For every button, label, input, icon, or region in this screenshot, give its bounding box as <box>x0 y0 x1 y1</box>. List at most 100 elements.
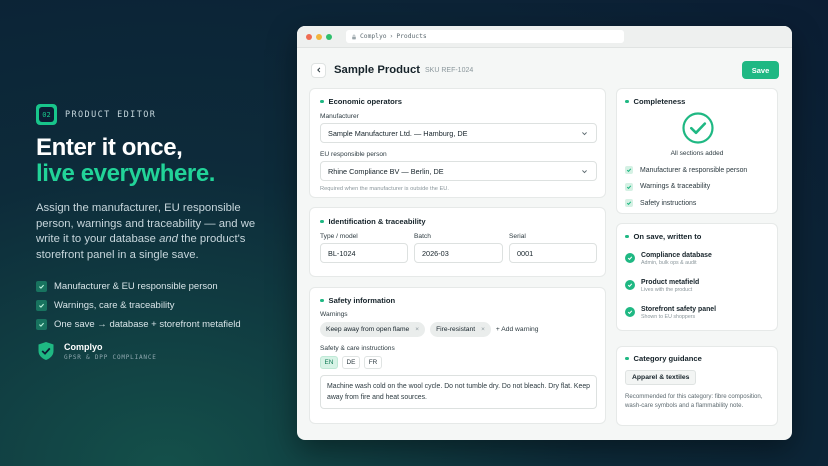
address-bar[interactable]: Complyo › Products <box>346 30 624 43</box>
window-titlebar: Complyo › Products <box>297 26 792 48</box>
eu-responsible-select[interactable]: Rhine Compliance BV — Berlin, DE <box>320 161 597 181</box>
save-target-item: Storefront safety panel Shown to EU shopp… <box>625 306 716 333</box>
chevron-down-icon <box>582 131 587 135</box>
eu-responsible-value: Rhine Compliance BV — Berlin, DE <box>328 166 444 176</box>
completeness-item-label: Safety instructions <box>640 199 697 207</box>
manufacturer-select[interactable]: Sample Manufacturer Ltd. — Hamburg, DE <box>320 123 597 143</box>
tag-number-badge: 02 <box>36 104 57 125</box>
check-circle-icon <box>625 307 635 317</box>
check-icon <box>625 166 633 175</box>
chip-label: Fire-resistant <box>436 326 476 333</box>
care-instructions-label: Safety & care instructions <box>320 345 395 352</box>
chevron-left-icon <box>316 67 320 73</box>
save-target-title: Storefront safety panel <box>641 306 717 313</box>
card-title: On save, written to <box>625 232 701 241</box>
minimize-window-dot[interactable] <box>316 33 322 40</box>
hero-description: Assign the manufacturer, EU responsible … <box>36 201 276 263</box>
status-dot <box>320 219 324 224</box>
card-title-text: Economic operators <box>328 97 402 106</box>
sku-label: SKU REF-1024 <box>425 66 474 74</box>
eu-responsible-label: EU responsible person <box>320 151 387 158</box>
card-title-text: On save, written to <box>633 232 702 241</box>
completeness-card: Completeness All sections added Manufact… <box>616 88 778 214</box>
type-model-input[interactable]: BL-1024 <box>320 243 408 263</box>
tab-lang-fr[interactable]: FR <box>364 356 382 369</box>
type-model-label: Type / model <box>320 233 358 240</box>
card-title-text: Identification & traceability <box>328 217 426 226</box>
check-icon <box>36 300 47 311</box>
card-title-text: Category guidance <box>633 354 702 363</box>
manufacturer-value: Sample Manufacturer Ltd. — Hamburg, DE <box>328 128 468 138</box>
completeness-item: Warnings & traceability <box>625 179 747 196</box>
back-button[interactable] <box>311 62 326 78</box>
save-target-title: Product metafield <box>641 279 700 286</box>
save-target-subtitle: Admin, bulk ops & audit <box>641 260 697 266</box>
remove-chip-icon[interactable]: × <box>481 326 485 333</box>
safety-information-card: Safety information Warnings Keep away fr… <box>309 287 606 424</box>
chip-label: Keep away from open flame <box>326 326 410 333</box>
brand-subtitle: GPSR & DPP COMPLIANCE <box>64 353 157 361</box>
economic-operators-card: Economic operators Manufacturer Sample M… <box>309 88 606 198</box>
tag-label: PRODUCT EDITOR <box>65 109 157 120</box>
close-window-dot[interactable] <box>306 33 312 40</box>
check-icon <box>36 281 47 292</box>
batch-input[interactable]: 2026-03 <box>414 243 503 263</box>
breadcrumb-app: Complyo <box>360 33 387 40</box>
category-badge: Apparel & textiles <box>625 370 697 385</box>
warning-chip[interactable]: Fire-resistant × <box>430 322 491 337</box>
category-guidance-card: Category guidance Apparel & textiles Rec… <box>616 346 778 426</box>
status-dot <box>625 234 629 239</box>
card-title: Category guidance <box>625 354 702 363</box>
status-dot <box>320 99 324 104</box>
card-title: Safety information <box>320 296 395 305</box>
headline: Enter it once, live everywhere. <box>36 135 276 187</box>
add-warning-button[interactable]: + Add warning <box>496 326 539 333</box>
page-title: Sample Product <box>334 64 421 76</box>
status-dot <box>625 99 629 104</box>
save-target-subtitle: Shown to EU shoppers <box>641 314 696 320</box>
hero-section: 02 PRODUCT EDITOR Enter it once, live ev… <box>36 104 276 334</box>
remove-chip-icon[interactable]: × <box>415 326 419 333</box>
status-dot <box>625 356 629 361</box>
save-target-list: Compliance database Admin, bulk ops & aud… <box>625 252 716 333</box>
section-tag: 02 PRODUCT EDITOR <box>36 104 276 125</box>
check-icon <box>625 182 633 191</box>
headline-line-2: live everywhere. <box>36 160 216 187</box>
on-save-card: On save, written to Compliance database A… <box>616 223 778 331</box>
tab-lang-en[interactable]: EN <box>320 356 338 369</box>
serial-input[interactable]: 0001 <box>509 243 597 263</box>
care-instructions-textarea[interactable]: Machine wash cold on the wool cycle. Do … <box>320 375 597 409</box>
feature-item: One save → database + storefront metafie… <box>36 315 276 334</box>
warning-chips: Keep away from open flame × Fire-resistan… <box>320 322 538 337</box>
chevron-down-icon <box>582 169 587 173</box>
completeness-item-label: Warnings & traceability <box>640 183 711 191</box>
completeness-status: All sections added <box>670 150 724 157</box>
serial-label: Serial <box>509 233 526 240</box>
breadcrumb-page: Products <box>396 33 427 40</box>
warning-chip[interactable]: Keep away from open flame × <box>320 322 426 337</box>
card-title: Economic operators <box>320 97 402 106</box>
breadcrumb-separator: › <box>389 33 394 40</box>
shield-logo-icon <box>38 342 54 360</box>
save-button[interactable]: Save <box>742 61 779 79</box>
completeness-item-label: Manufacturer & responsible person <box>640 166 748 174</box>
check-icon <box>625 199 633 208</box>
check-circle-icon <box>625 253 635 263</box>
tab-lang-de[interactable]: DE <box>342 356 360 369</box>
completeness-item: Safety instructions <box>625 195 747 212</box>
manufacturer-label: Manufacturer <box>320 113 359 120</box>
feature-label: Warnings, care & traceability <box>54 300 175 311</box>
batch-label: Batch <box>414 233 431 240</box>
completeness-item: Manufacturer & responsible person <box>625 162 747 179</box>
status-dot <box>320 298 324 303</box>
language-tabs: EN DE FR <box>320 356 382 369</box>
maximize-window-dot[interactable] <box>326 33 332 40</box>
save-target-item: Compliance database Admin, bulk ops & aud… <box>625 252 716 279</box>
headline-line-1: Enter it once, <box>36 134 183 161</box>
card-title-text: Safety information <box>328 296 396 305</box>
app-window: Complyo › Products Sample Product SKU RE… <box>297 26 792 440</box>
brand: Complyo GPSR & DPP COMPLIANCE <box>37 341 157 361</box>
save-target-item: Product metafield Lives with the product <box>625 279 716 306</box>
feature-item: Warnings, care & traceability <box>36 296 276 315</box>
category-guidance-text: Recommended for this category: fibre com… <box>625 393 763 409</box>
